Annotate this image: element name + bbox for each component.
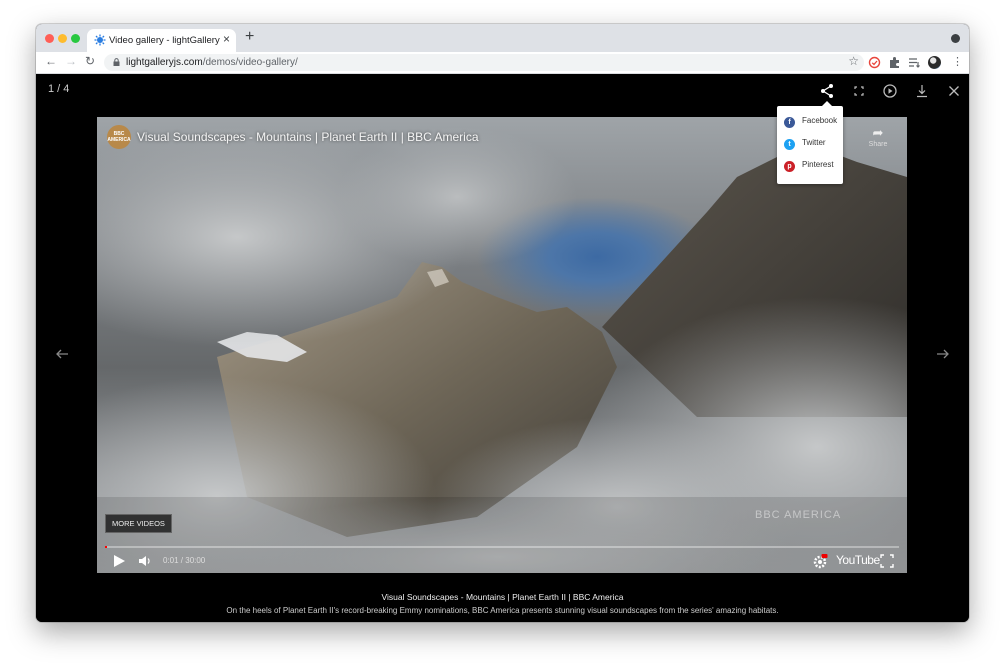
extension-timer-icon[interactable] [868, 56, 881, 69]
share-button[interactable] [818, 82, 836, 100]
share-icon [821, 84, 833, 98]
tab-strip: Video gallery - lightGallery × + [36, 24, 969, 52]
back-arrow-icon[interactable]: ← [45, 54, 57, 68]
share-twitter-label: Twitter [802, 138, 826, 147]
video-progress-fill [105, 546, 108, 548]
close-window-button[interactable] [45, 34, 54, 43]
video-player[interactable]: BBC AMERICA Visual Soundscapes - Mountain… [97, 117, 907, 573]
play-circle-icon [883, 84, 897, 98]
youtube-logo[interactable]: YouTube [836, 553, 880, 567]
twitter-icon: t [784, 139, 795, 150]
tab-close-icon[interactable]: × [223, 32, 230, 46]
extensions-puzzle-icon[interactable] [888, 56, 901, 69]
browser-menu-dot-icon[interactable] [951, 34, 960, 43]
video-title[interactable]: Visual Soundscapes - Mountains | Planet … [137, 130, 479, 144]
slide-counter: 1 / 4 [48, 83, 70, 95]
share-pinterest-label: Pinterest [802, 160, 834, 169]
address-bar[interactable]: lightgalleryjs.com/demos/video-gallery/ … [104, 54, 864, 71]
tab-video-gallery[interactable]: Video gallery - lightGallery × [87, 29, 236, 52]
share-facebook[interactable]: f Facebook [784, 115, 842, 129]
more-videos-button[interactable]: MORE VIDEOS [105, 514, 172, 533]
facebook-icon: f [784, 117, 795, 128]
close-icon [949, 86, 959, 96]
caption-title: Visual Soundscapes - Mountains | Planet … [381, 592, 624, 602]
maximize-window-button[interactable] [71, 34, 80, 43]
pinterest-icon: p [784, 161, 795, 172]
url-host: lightgalleryjs.com [126, 57, 203, 68]
reading-list-icon[interactable] [908, 56, 921, 69]
close-gallery-button[interactable] [945, 82, 963, 100]
video-fullscreen-icon[interactable] [880, 554, 894, 568]
fullscreen-button[interactable] [850, 82, 868, 100]
youtube-share-button[interactable]: ➦ Share [867, 125, 889, 148]
new-tab-icon[interactable]: + [245, 28, 254, 46]
download-button[interactable] [913, 82, 931, 100]
browser-toolbar: ← → ↻ lightgalleryjs.com/demos/video-gal… [36, 52, 969, 74]
bbc-america-watermark: BBC AMERICA [755, 509, 842, 521]
volume-icon[interactable] [137, 553, 153, 569]
lightgallery-overlay: 1 / 4 BBC AMERICA Visual Soundscapes - M… [36, 74, 969, 622]
url-path: /demos/video-gallery/ [202, 57, 298, 68]
download-icon [917, 85, 927, 98]
share-twitter[interactable]: t Twitter [784, 137, 842, 151]
mountain-scene-image [97, 127, 907, 573]
url-text: lightgalleryjs.com/demos/video-gallery/ [126, 57, 298, 68]
forward-arrow-icon[interactable]: → [65, 54, 77, 68]
share-facebook-label: Facebook [802, 116, 838, 125]
youtube-share-label: Share [868, 141, 888, 148]
previous-arrow-icon[interactable] [54, 346, 70, 362]
caption-description: On the heels of Planet Earth II's record… [226, 606, 779, 615]
fullscreen-icon [854, 86, 864, 96]
share-dropdown: f Facebook t Twitter p Pinterest [777, 101, 843, 184]
video-time: 0:01 / 30:00 [163, 556, 206, 565]
lock-icon [113, 58, 120, 66]
lightgallery-favicon-icon [94, 34, 106, 46]
settings-gear-icon[interactable] [812, 554, 828, 570]
video-progress-bar[interactable] [105, 546, 899, 548]
browser-window: Video gallery - lightGallery × + ← → ↻ l… [36, 24, 969, 622]
next-arrow-icon[interactable] [935, 346, 951, 362]
bookmark-star-icon[interactable]: ☆ [848, 54, 859, 68]
channel-avatar[interactable]: BBC AMERICA [107, 125, 131, 149]
profile-avatar[interactable] [928, 56, 941, 69]
tab-title: Video gallery - lightGallery [109, 35, 220, 46]
share-pinterest[interactable]: p Pinterest [784, 159, 842, 173]
reload-icon[interactable]: ↻ [85, 54, 95, 68]
autoplay-button[interactable] [881, 82, 899, 100]
share-arrow-icon: ➦ [872, 125, 884, 140]
more-menu-icon[interactable]: ⋮ [952, 55, 963, 68]
play-icon[interactable] [111, 553, 127, 569]
minimize-window-button[interactable] [58, 34, 67, 43]
